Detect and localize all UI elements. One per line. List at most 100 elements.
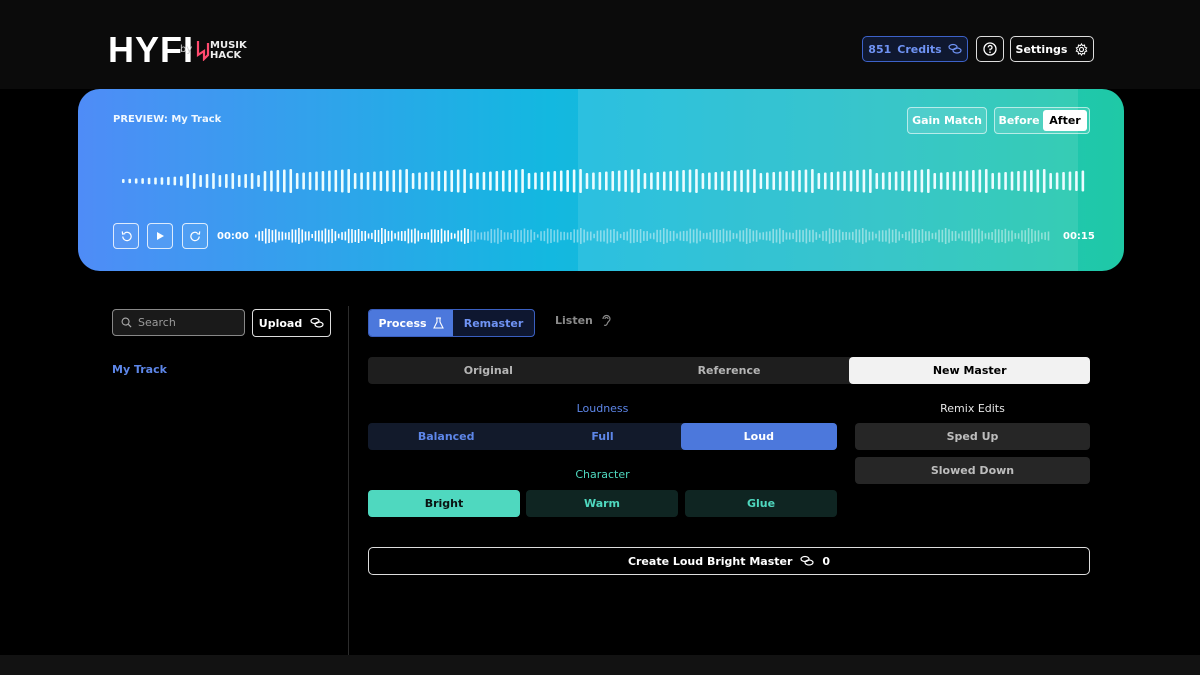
- seek-waveform-bar: [430, 229, 433, 243]
- seek-waveform-bar: [1004, 228, 1007, 244]
- rewind-button[interactable]: [113, 223, 139, 249]
- seek-waveform-bar: [371, 232, 373, 240]
- credits-button[interactable]: 851 Credits: [862, 36, 968, 62]
- create-master-button[interactable]: Create Loud Bright Master 0: [368, 547, 1090, 575]
- character-warm[interactable]: Warm: [526, 490, 678, 517]
- waveform-bar: [662, 171, 666, 191]
- segment-reference[interactable]: Reference: [609, 357, 850, 384]
- help-button[interactable]: [976, 36, 1004, 62]
- character-bright[interactable]: Bright: [368, 490, 520, 517]
- waveform-bar: [869, 169, 872, 193]
- total-time: 00:15: [1063, 231, 1095, 242]
- seek-waveform-bar: [589, 231, 592, 241]
- loudness-balanced[interactable]: Balanced: [368, 423, 524, 450]
- waveform-bar: [843, 171, 846, 191]
- seek-waveform-bar: [921, 229, 924, 243]
- waveform-bar: [437, 171, 441, 191]
- seek-waveform-bar: [745, 228, 748, 244]
- waveform-bar: [257, 175, 260, 187]
- waveform-bar: [212, 173, 215, 189]
- segment-new-master[interactable]: New Master: [849, 357, 1091, 384]
- waveform-bar: [675, 170, 679, 192]
- seek-waveform-bar: [288, 232, 290, 240]
- seek-waveform-bar: [812, 229, 814, 243]
- seek-waveform-bar: [440, 228, 443, 244]
- seek-waveform-bar: [1041, 232, 1043, 240]
- seek-waveform-bar: [855, 229, 857, 243]
- seek-waveform-bar: [782, 230, 784, 242]
- segment-original[interactable]: Original: [368, 357, 609, 384]
- listen-button[interactable]: Listen: [555, 314, 612, 327]
- waveform-bar: [501, 170, 505, 192]
- seek-waveform-bar: [905, 231, 907, 241]
- seek-waveform-bar: [261, 230, 264, 242]
- gain-match-button[interactable]: Gain Match: [907, 107, 987, 134]
- seek-waveform-bar: [676, 233, 678, 239]
- seek-waveform-bar: [274, 229, 277, 243]
- waveform-bar: [972, 170, 975, 192]
- seek-waveform-bar: [570, 231, 572, 241]
- waveform-bar: [585, 173, 589, 189]
- search-input[interactable]: [138, 316, 233, 329]
- waveform-bar: [276, 170, 280, 192]
- seek-waveform-bar: [255, 234, 257, 238]
- waveform-bar: [778, 171, 782, 191]
- waveform-bar: [154, 177, 157, 185]
- waveform-bar: [772, 172, 776, 190]
- waveform-bar: [373, 171, 376, 191]
- seek-waveform[interactable]: [255, 225, 1051, 247]
- upload-button[interactable]: Upload: [252, 309, 331, 337]
- track-list-item[interactable]: My Track: [112, 363, 167, 376]
- loudness-loud[interactable]: Loud: [680, 423, 837, 450]
- main-waveform[interactable]: [120, 161, 1086, 201]
- remix-slowed-down[interactable]: Slowed Down: [855, 457, 1090, 484]
- seek-waveform-bar: [311, 233, 313, 239]
- waveform-bar: [179, 176, 183, 186]
- seek-waveform-bar: [788, 232, 791, 240]
- seek-waveform-bar: [434, 229, 436, 243]
- waveform-bar: [862, 169, 866, 193]
- play-icon: [157, 232, 164, 240]
- tab-process[interactable]: Process: [369, 310, 453, 336]
- settings-button[interactable]: Settings: [1010, 36, 1094, 62]
- seek-waveform-bar: [613, 229, 615, 243]
- seek-waveform-bar: [580, 228, 582, 244]
- seek-waveform-bar: [759, 232, 761, 240]
- seek-waveform-bar: [517, 229, 519, 243]
- search-field[interactable]: [112, 309, 245, 336]
- seek-waveform-bar: [722, 228, 725, 244]
- after-option[interactable]: After: [1043, 110, 1087, 131]
- waveform-bar: [128, 178, 132, 184]
- seek-waveform-bar: [1007, 230, 1010, 242]
- loudness-full[interactable]: Full: [524, 423, 680, 450]
- tab-remaster[interactable]: Remaster: [453, 310, 534, 336]
- remix-sped-up[interactable]: Sped Up: [855, 423, 1090, 450]
- seek-waveform-bar: [523, 228, 526, 244]
- character-glue[interactable]: Glue: [685, 490, 837, 517]
- seek-waveform-bar: [915, 229, 917, 243]
- seek-waveform-bar: [1034, 230, 1037, 242]
- play-button[interactable]: [147, 223, 173, 249]
- before-after-toggle[interactable]: Before After: [994, 107, 1090, 134]
- before-option[interactable]: Before: [997, 114, 1041, 127]
- current-time: 00:00: [217, 231, 249, 242]
- waveform-bar: [392, 170, 396, 192]
- forward-button[interactable]: [182, 223, 208, 249]
- seek-waveform-bar: [792, 232, 794, 240]
- waveform-bar: [134, 178, 138, 184]
- seek-waveform-bar: [1031, 229, 1033, 243]
- settings-label: Settings: [1015, 42, 1068, 56]
- waveform-bar: [521, 169, 524, 193]
- seek-waveform-bar: [712, 229, 715, 243]
- waveform-bar: [360, 172, 363, 190]
- seek-waveform-bar: [762, 232, 765, 240]
- waveform-bar: [167, 176, 170, 186]
- seek-waveform-bar: [341, 232, 343, 240]
- credits-label: Credits: [897, 42, 942, 56]
- waveform-bar: [534, 172, 537, 190]
- seek-waveform-bar: [928, 231, 930, 241]
- waveform-bar: [1010, 171, 1014, 191]
- seek-waveform-bar: [808, 230, 811, 242]
- listen-label: Listen: [555, 314, 593, 327]
- seek-waveform-bar: [802, 230, 804, 242]
